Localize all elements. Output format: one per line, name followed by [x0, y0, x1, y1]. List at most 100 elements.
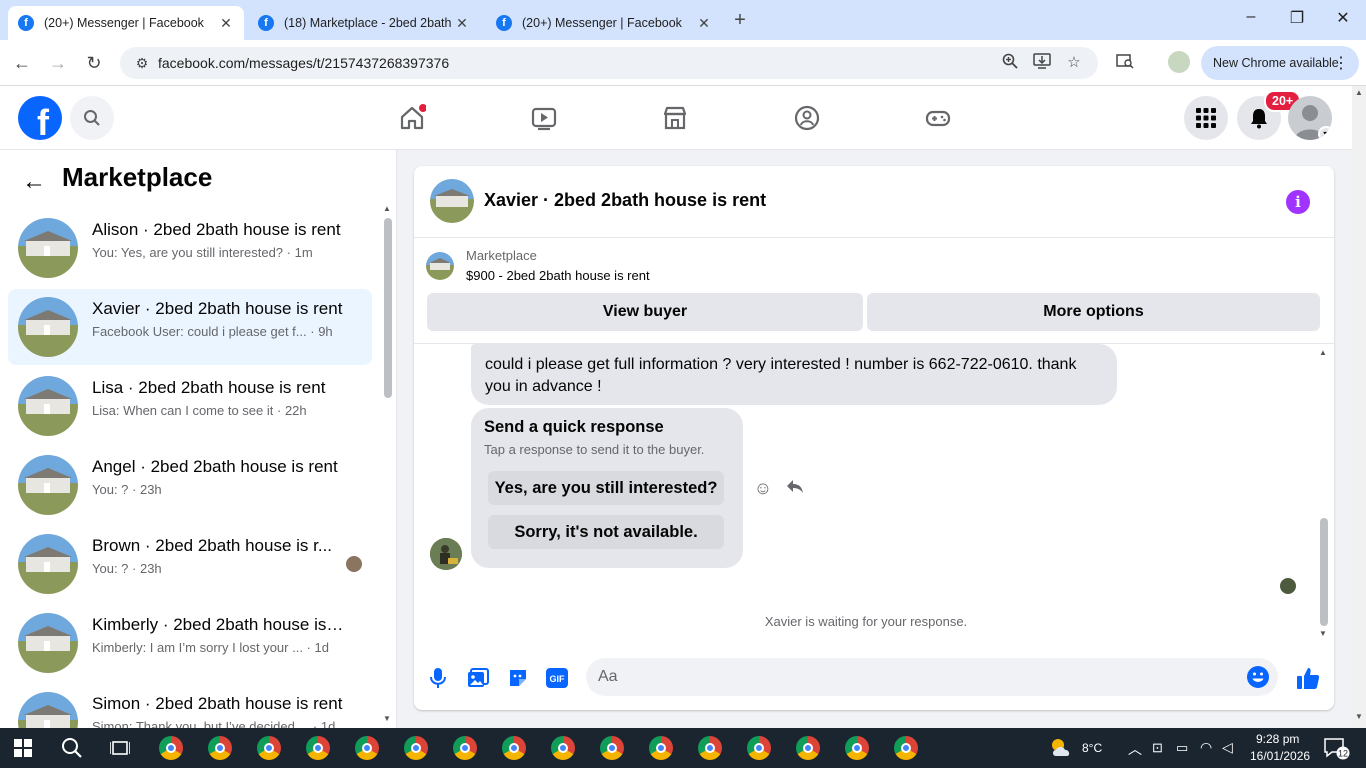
url-text[interactable]: facebook.com/messages/t/2157437268397376 [158, 55, 449, 71]
window-close-icon[interactable]: ✕ [1328, 8, 1358, 28]
emoji-icon[interactable] [1246, 665, 1270, 694]
incoming-message-bubble[interactable]: could i please get full information ? ve… [471, 344, 1117, 405]
taskbar-chrome-icon[interactable] [796, 736, 820, 760]
install-app-icon[interactable] [1032, 53, 1052, 73]
taskbar-chrome-icon[interactable] [698, 736, 722, 760]
search-button[interactable] [70, 96, 114, 140]
scroll-down-icon[interactable]: ▼ [383, 714, 391, 723]
taskbar-chrome-icon[interactable] [747, 736, 771, 760]
gaming-nav-button[interactable] [922, 102, 954, 134]
taskbar-chrome-icon[interactable] [894, 736, 918, 760]
volume-icon[interactable]: ◁ [1222, 739, 1233, 756]
back-icon[interactable]: ← [9, 50, 35, 76]
microphone-icon[interactable] [426, 666, 450, 690]
conversation-row[interactable]: Kimberly · 2bed 2bath house is r... Kimbe… [8, 605, 372, 681]
restore-icon[interactable]: ❐ [1282, 8, 1312, 28]
conversation-row[interactable]: Alison · 2bed 2bath house is rent You: Ye… [8, 210, 372, 286]
scroll-up-icon[interactable]: ▲ [383, 204, 391, 213]
site-settings-icon[interactable]: ⚙ [128, 55, 156, 72]
back-arrow-icon[interactable]: ← [22, 168, 46, 196]
home-nav-button[interactable] [396, 102, 428, 134]
notification-center-icon[interactable]: 12 [1324, 738, 1350, 765]
chevron-down-icon[interactable]: ▼ [1318, 126, 1332, 140]
facebook-logo[interactable]: f [18, 96, 62, 140]
gif-icon[interactable]: GIF [545, 666, 569, 690]
clock-time[interactable]: 9:28 pm [1256, 732, 1299, 746]
browser-tab-messenger[interactable]: f (20+) Messenger | Facebook ✕ [8, 6, 244, 40]
groups-nav-button[interactable] [791, 102, 823, 134]
new-chrome-available-button[interactable]: New Chrome available ⋮ [1201, 46, 1359, 80]
page-scroll-down-icon[interactable]: ▼ [1355, 712, 1363, 721]
thumbs-up-icon[interactable] [1296, 666, 1320, 690]
taskbar-chrome-icon[interactable] [551, 736, 575, 760]
browser-tab-messenger-2[interactable]: f (20+) Messenger | Facebook ✕ [486, 6, 722, 40]
emoji-react-icon[interactable]: ☺ [753, 478, 773, 498]
tray-device-icon[interactable]: ⊡ [1152, 740, 1163, 756]
quick-reply-still-interested[interactable]: Yes, are you still interested? [488, 471, 724, 505]
clock-date[interactable]: 16/01/2026 [1250, 749, 1310, 763]
tab-close-icon[interactable]: ✕ [454, 15, 470, 32]
message-input[interactable]: Aa [586, 658, 1278, 696]
taskbar-search-icon[interactable] [61, 737, 83, 764]
bookmark-star-icon[interactable]: ☆ [1064, 53, 1084, 73]
chat-scroll-down-icon[interactable]: ▼ [1319, 629, 1327, 638]
account-avatar[interactable]: ▼ [1288, 96, 1332, 140]
taskbar-chrome-icon[interactable] [208, 736, 232, 760]
browser-profile-avatar[interactable] [1168, 51, 1190, 73]
taskbar-chrome-icon[interactable] [600, 736, 624, 760]
view-buyer-button[interactable]: View buyer [427, 293, 863, 331]
windows-start-icon[interactable] [14, 739, 32, 762]
taskbar-chrome-icon[interactable] [404, 736, 428, 760]
taskbar-chrome-icon[interactable] [502, 736, 526, 760]
conversation-name: Kimberly · 2bed 2bath house is r... [92, 615, 348, 634]
tray-chevron-up-icon[interactable]: ︿ [1128, 739, 1142, 759]
photo-icon[interactable] [466, 666, 490, 690]
sidebar-scrollbar[interactable] [384, 218, 392, 398]
video-nav-button[interactable] [528, 102, 560, 134]
conversation-row[interactable]: Xavier · 2bed 2bath house is rent Faceboo… [8, 289, 372, 365]
page-scrollbar[interactable]: ▲ ▼ [1352, 86, 1366, 728]
conversation-row[interactable]: Simon · 2bed 2bath house is rent Simon: T… [8, 684, 372, 728]
listing-thumbnail[interactable] [426, 252, 454, 280]
info-icon[interactable]: i [1286, 190, 1310, 214]
reply-icon[interactable] [785, 478, 805, 498]
new-tab-button[interactable]: + [730, 8, 750, 32]
tab-close-icon[interactable]: ✕ [218, 15, 234, 32]
task-view-icon[interactable] [109, 739, 131, 762]
conversation-row[interactable]: Brown · 2bed 2bath house is r... You: ? ·… [8, 526, 372, 602]
taskbar-chrome-icon[interactable] [306, 736, 330, 760]
quick-reply-not-available[interactable]: Sorry, it's not available. [488, 515, 724, 549]
taskbar-chrome-icon[interactable] [159, 736, 183, 760]
sender-avatar[interactable] [430, 538, 462, 570]
minimize-icon[interactable]: – [1236, 8, 1266, 26]
marketplace-nav-button[interactable] [659, 102, 691, 134]
taskbar-chrome-icon[interactable] [453, 736, 477, 760]
menu-button[interactable] [1184, 96, 1228, 140]
chat-scrollbar[interactable] [1320, 518, 1328, 626]
forward-icon[interactable]: → [45, 50, 71, 76]
taskbar-chrome-icon[interactable] [257, 736, 281, 760]
taskbar-chrome-icon[interactable] [845, 736, 869, 760]
taskbar-chrome-icon[interactable] [649, 736, 673, 760]
browser-tab-marketplace[interactable]: f (18) Marketplace - 2bed 2bath h ✕ [248, 6, 480, 40]
weather-icon[interactable] [1048, 736, 1076, 765]
sticker-icon[interactable] [506, 666, 530, 690]
tab-close-icon[interactable]: ✕ [696, 15, 712, 32]
more-options-button[interactable]: More options [867, 293, 1320, 331]
address-bar[interactable]: ⚙ facebook.com/messages/t/21574372683973… [120, 47, 1098, 79]
chrome-menu-icon[interactable]: ⋮ [1333, 53, 1349, 73]
conversation-row[interactable]: Lisa · 2bed 2bath house is rent Lisa: Whe… [8, 368, 372, 444]
chat-avatar[interactable] [430, 179, 474, 223]
chat-title[interactable]: Xavier · 2bed 2bath house is rent [484, 190, 766, 211]
page-scroll-up-icon[interactable]: ▲ [1355, 88, 1363, 97]
tab-search-icon[interactable] [1114, 53, 1136, 75]
conversation-row[interactable]: Angel · 2bed 2bath house is rent You: ? ·… [8, 447, 372, 523]
reload-icon[interactable]: ↻ [81, 50, 107, 76]
chat-scroll-up-icon[interactable]: ▲ [1319, 348, 1327, 357]
wifi-icon[interactable]: ◠ [1200, 739, 1212, 756]
weather-temperature[interactable]: 8°C [1082, 741, 1102, 755]
listing-title[interactable]: $900 - 2bed 2bath house is rent [466, 268, 650, 283]
zoom-icon[interactable] [1000, 53, 1020, 73]
taskbar-chrome-icon[interactable] [355, 736, 379, 760]
battery-icon[interactable]: ▭ [1176, 740, 1188, 756]
